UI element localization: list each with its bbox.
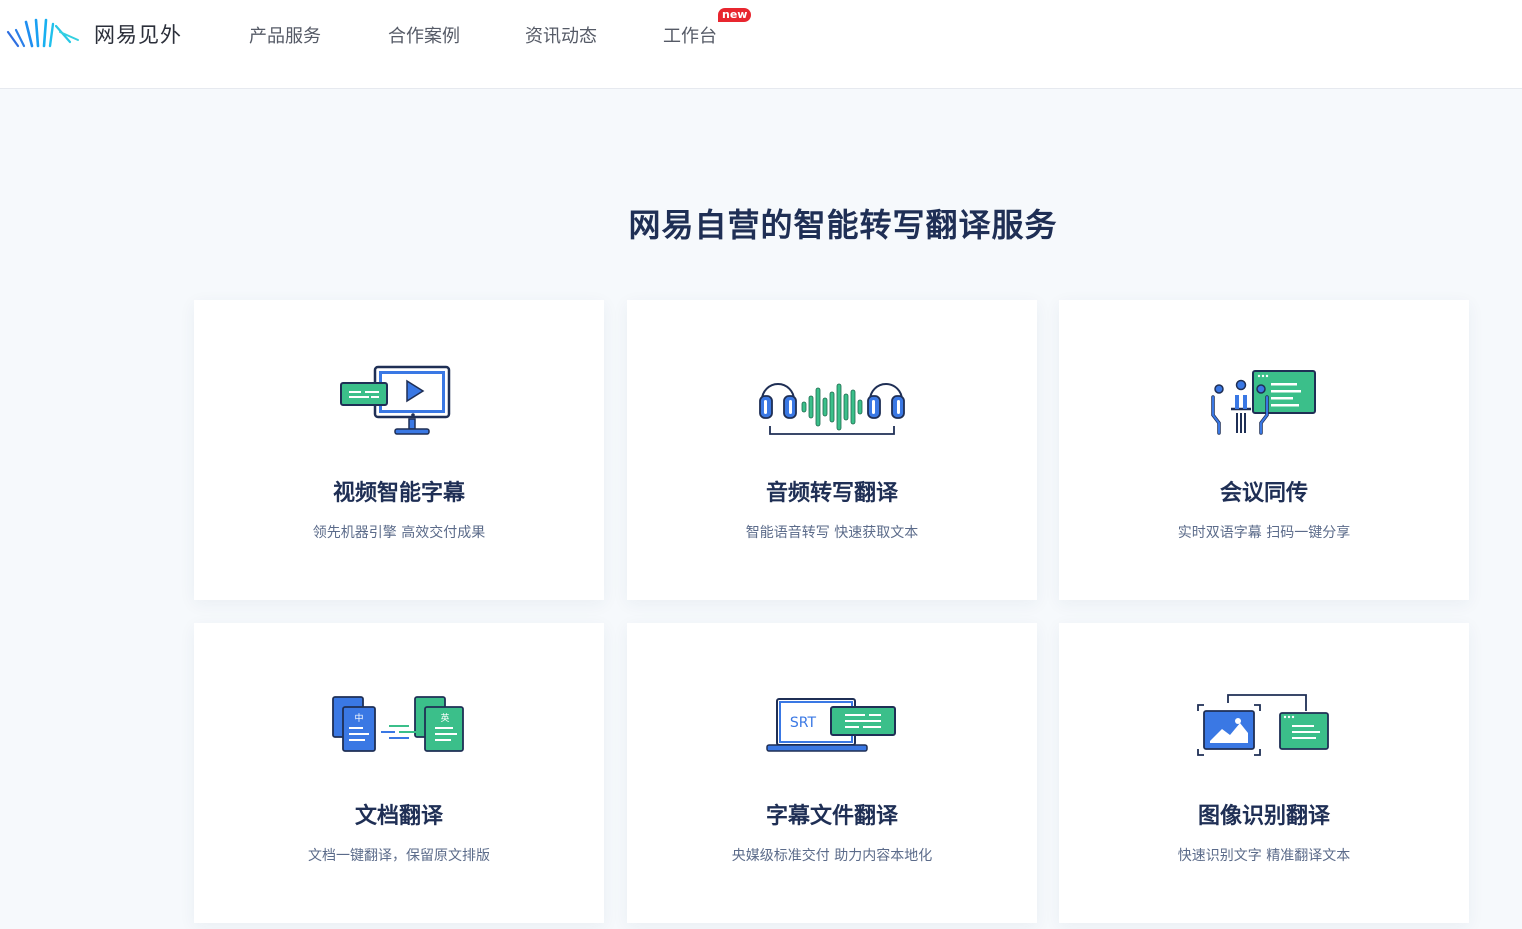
card-subtitle: 领先机器引擎 高效交付成果 — [312, 525, 486, 541]
meeting-people-icon — [1211, 370, 1316, 435]
srt-laptop-icon: SRT — [766, 698, 896, 752]
card-title: 音频转写翻译 — [765, 481, 898, 506]
card-title: 图像识别翻译 — [1197, 804, 1330, 829]
card-subtitle: 文档一键翻译，保留原文排版 — [308, 848, 490, 864]
nav-item-workbench-label: 工作台 — [663, 26, 717, 47]
card-title: 会议同传 — [1219, 481, 1308, 506]
service-card-meeting-interpret[interactable]: 会议同传 实时双语字幕 扫码一键分享 — [1059, 300, 1469, 600]
zh-doc-label: 中 — [354, 712, 363, 724]
section-title: 网易自营的智能转写翻译服务 — [628, 206, 1058, 244]
nav-item-cases[interactable]: 合作案例 — [388, 22, 460, 48]
new-badge: new — [718, 8, 752, 22]
nav-item-news[interactable]: 资讯动态 — [525, 22, 597, 48]
card-subtitle: 快速识别文字 精准翻译文本 — [1177, 848, 1351, 864]
nav-item-products[interactable]: 产品服务 — [249, 22, 321, 48]
service-card-image-recognition[interactable]: 图像识别翻译 快速识别文字 精准翻译文本 — [1059, 623, 1469, 923]
nav-item-workbench[interactable]: 工作台 new — [663, 8, 752, 48]
service-card-audio-transcribe[interactable]: 音频转写翻译 智能语音转写 快速获取文本 — [627, 300, 1037, 600]
card-subtitle: 实时双语字幕 扫码一键分享 — [1177, 525, 1351, 541]
wave-lines-logo-icon — [6, 18, 79, 48]
card-title: 视频智能字幕 — [332, 481, 465, 506]
service-card-subtitle-file[interactable]: SRT 字幕文件翻译 央媒级标准交付 助力内容本地化 — [627, 623, 1037, 923]
en-doc-label: 英 — [440, 712, 449, 724]
card-title: 文档翻译 — [354, 804, 443, 829]
brand-logo[interactable]: 网易见外 — [6, 18, 182, 50]
video-monitor-icon — [340, 365, 451, 435]
service-card-video-subtitle[interactable]: 视频智能字幕 领先机器引擎 高效交付成果 — [194, 300, 604, 600]
card-subtitle: 央媒级标准交付 助力内容本地化 — [731, 848, 933, 864]
srt-label: SRT — [790, 715, 817, 731]
card-subtitle: 智能语音转写 快速获取文本 — [745, 525, 919, 541]
document-translate-icon: 中 英 — [332, 696, 464, 752]
card-title: 字幕文件翻译 — [765, 804, 898, 829]
headphones-waveform-icon — [759, 383, 905, 435]
top-header: 网易见外 产品服务 合作案例 资讯动态 工作台 new — [0, 0, 1522, 89]
brand-name: 网易见外 — [94, 23, 182, 47]
service-card-document-translate[interactable]: 中 英 文档翻译 文档一键翻译，保留原文排版 — [194, 623, 604, 923]
image-recognition-icon — [1197, 694, 1329, 756]
